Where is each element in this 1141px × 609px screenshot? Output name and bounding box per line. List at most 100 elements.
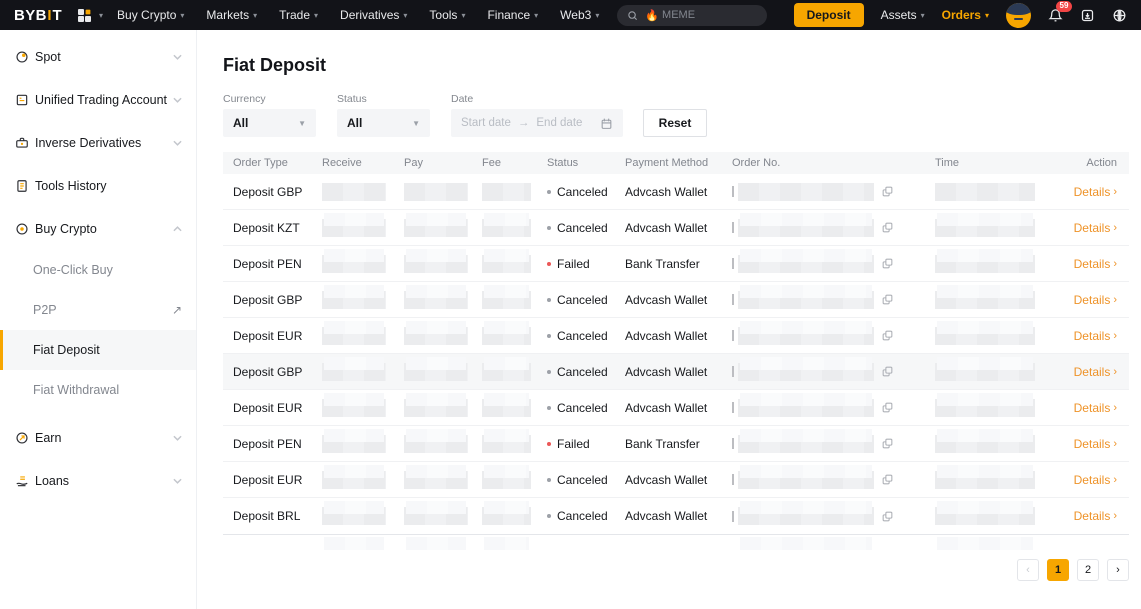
apps-grid-icon[interactable]	[78, 9, 91, 22]
fiat-deposit-table: Order Type Receive Pay Fee Status Paymen…	[223, 152, 1129, 535]
logo-text-2: T	[52, 7, 62, 24]
copy-icon[interactable]	[881, 401, 894, 414]
status-dot	[547, 226, 551, 230]
status-cell: Canceled	[547, 509, 625, 523]
date-filter-label: Date	[451, 93, 623, 105]
copy-icon[interactable]	[881, 257, 894, 270]
nav-item-tools[interactable]: Tools▾	[429, 8, 465, 22]
page-button-1[interactable]: 1	[1047, 559, 1069, 581]
details-link[interactable]: Details›	[1074, 221, 1117, 235]
copy-icon[interactable]	[881, 365, 894, 378]
nav-item-markets[interactable]: Markets▾	[206, 8, 257, 22]
chevron-up-icon	[173, 226, 182, 232]
sidebar-item-fiat-deposit[interactable]: Fiat Deposit	[0, 330, 196, 370]
logo-accent: I	[47, 7, 52, 24]
page-title: Fiat Deposit	[223, 55, 1129, 76]
details-link[interactable]: Details›	[1074, 401, 1117, 415]
status-cell: Canceled	[547, 329, 625, 343]
sidebar-item-spot[interactable]: Spot	[0, 35, 196, 78]
status-dot	[547, 406, 551, 410]
sidebar-item-buy-crypto[interactable]: Buy Crypto	[0, 207, 196, 250]
nav-item-assets[interactable]: Assets▾	[881, 8, 925, 22]
date-range-picker[interactable]: Start date → End date	[451, 109, 623, 137]
nav-item-finance[interactable]: Finance▾	[487, 8, 538, 22]
chevron-down-icon	[173, 140, 182, 146]
nav-item-buy-crypto[interactable]: Buy Crypto▾	[117, 8, 184, 22]
chevron-down-icon: ▾	[180, 11, 184, 20]
status-dot	[547, 370, 551, 374]
nav-item-trade[interactable]: Trade▾	[279, 8, 318, 22]
copy-icon[interactable]	[881, 437, 894, 450]
payment-method-cell: Bank Transfer	[625, 257, 732, 271]
status-text: Canceled	[557, 293, 608, 307]
details-link[interactable]: Details›	[1074, 185, 1117, 199]
status-cell: Canceled	[547, 401, 625, 415]
sidebar-item-tools-history[interactable]: Tools History	[0, 164, 196, 207]
payment-method-cell: Advcash Wallet	[625, 221, 732, 235]
order-type-cell: Deposit PEN	[233, 437, 322, 451]
header-order-type: Order Type	[233, 157, 322, 169]
payment-method-cell: Advcash Wallet	[625, 293, 732, 307]
user-avatar[interactable]	[1006, 3, 1031, 28]
copy-icon[interactable]	[881, 329, 894, 342]
notifications-button[interactable]: 59	[1048, 8, 1063, 23]
status-cell: Canceled	[547, 293, 625, 307]
nav-item-orders[interactable]: Orders▾	[942, 8, 989, 22]
copy-icon[interactable]	[881, 221, 894, 234]
payment-method-cell: Advcash Wallet	[625, 365, 732, 379]
page-button-2[interactable]: 2	[1077, 559, 1099, 581]
details-link[interactable]: Details›	[1074, 293, 1117, 307]
redacted-value	[732, 222, 734, 233]
receive-cell	[322, 183, 404, 201]
status-cell: Canceled	[547, 221, 625, 235]
prev-page-button[interactable]: ‹	[1017, 559, 1039, 581]
sidebar-item-loans[interactable]: Loans	[0, 459, 196, 502]
bybit-logo[interactable]: BYBIT	[14, 7, 62, 24]
loans-icon	[15, 474, 29, 488]
details-link[interactable]: Details›	[1074, 437, 1117, 451]
download-button[interactable]	[1080, 8, 1095, 23]
header-pay: Pay	[404, 157, 482, 169]
details-link[interactable]: Details›	[1074, 329, 1117, 343]
nav-item-derivatives[interactable]: Derivatives▾	[340, 8, 407, 22]
order-type-cell: Deposit EUR	[233, 473, 322, 487]
status-select[interactable]: All ▼	[337, 109, 430, 137]
details-link[interactable]: Details›	[1074, 365, 1117, 379]
language-button[interactable]	[1112, 8, 1127, 23]
status-cell: Canceled	[547, 473, 625, 487]
deposit-button[interactable]: Deposit	[794, 3, 864, 27]
redacted-value	[732, 330, 734, 341]
details-link[interactable]: Details›	[1074, 509, 1117, 523]
copy-icon[interactable]	[881, 185, 894, 198]
sidebar-item-label: Earn	[35, 431, 61, 445]
sidebar-item-p2p[interactable]: P2P ↗	[0, 290, 196, 330]
copy-icon[interactable]	[881, 510, 894, 523]
chevron-right-icon: ›	[1113, 258, 1117, 270]
reset-button[interactable]: Reset	[643, 109, 707, 137]
copy-icon[interactable]	[881, 473, 894, 486]
details-link[interactable]: Details›	[1074, 257, 1117, 271]
nav-item-web3[interactable]: Web3▾	[560, 8, 599, 22]
next-page-button[interactable]: ›	[1107, 559, 1129, 581]
search-input[interactable]: 🔥MEME	[617, 5, 767, 26]
download-icon	[1080, 8, 1095, 23]
copy-icon[interactable]	[881, 293, 894, 306]
order-type-cell: Deposit PEN	[233, 257, 322, 271]
sidebar-item-unified-trading-account[interactable]: Unified Trading Account	[0, 78, 196, 121]
sidebar-item-one-click-buy[interactable]: One-Click Buy	[0, 250, 196, 290]
currency-select[interactable]: All ▼	[223, 109, 316, 137]
redacted-value	[732, 402, 734, 413]
status-text: Canceled	[557, 473, 608, 487]
sidebar-item-fiat-withdrawal[interactable]: Fiat Withdrawal	[0, 370, 196, 410]
time-cell	[929, 183, 1037, 201]
chevron-down-icon	[173, 97, 182, 103]
status-dot	[547, 334, 551, 338]
sidebar-item-label: Tools History	[35, 179, 107, 193]
details-link[interactable]: Details›	[1074, 473, 1117, 487]
redacted-value	[732, 474, 734, 485]
chevron-down-icon: ▾	[921, 11, 925, 20]
sidebar-item-inverse-derivatives[interactable]: Inverse Derivatives	[0, 121, 196, 164]
sidebar-item-label: Fiat Withdrawal	[33, 383, 119, 397]
logo-text: BYB	[14, 7, 47, 24]
sidebar-item-earn[interactable]: Earn	[0, 416, 196, 459]
